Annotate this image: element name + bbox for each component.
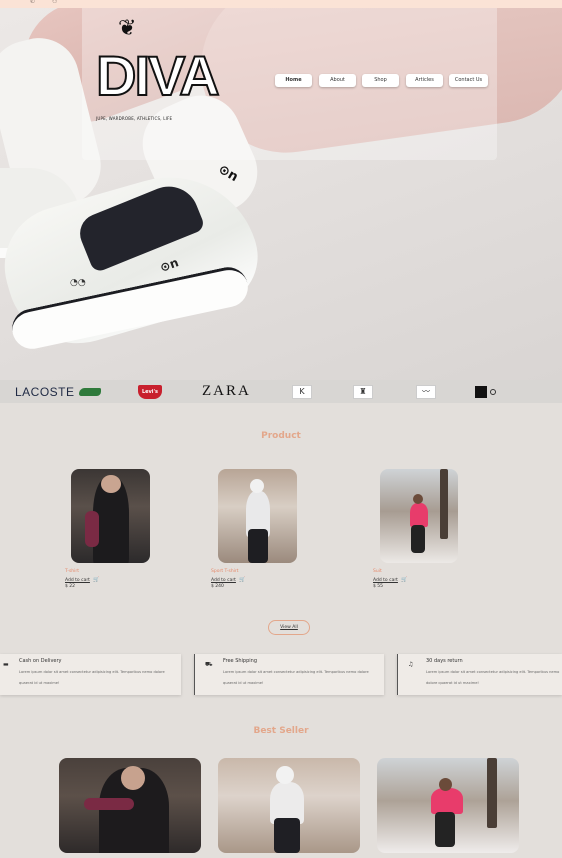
product-name[interactable]: Sport T-shirt (211, 569, 239, 574)
nav-articles[interactable]: Articles (406, 74, 443, 87)
headphones-icon: ♫ (408, 661, 414, 668)
site-logo[interactable]: ❦ DIVA JUPE, WARDROBE, ATHLETICS, LIFE (95, 16, 221, 136)
crocodile-icon (78, 387, 101, 396)
feature-title: Free Shipping (223, 658, 258, 664)
nav-shop[interactable]: Shop (362, 74, 399, 87)
add-to-cart-link[interactable]: Add to cart 🛒 (211, 577, 245, 583)
best-seller-image[interactable] (218, 758, 360, 853)
brand-levis-label: Levi's (138, 384, 162, 399)
product-image[interactable] (71, 469, 150, 563)
flower-icon: ❦ (118, 16, 137, 41)
brand-square-icon (475, 385, 487, 398)
brand-strip: LACOSTE Levi's ZARA K ♜ 〰 (0, 380, 562, 403)
product-name[interactable]: Suit (373, 569, 382, 574)
wallet-icon: ▬ (3, 661, 9, 668)
best-seller-title: Best Seller (253, 726, 309, 736)
top-bar: ✆ ⚇ (0, 0, 562, 8)
brand-logo-6[interactable]: 〰 (416, 380, 436, 403)
feature-text: Lorem ipsum dolor sit amet consectetur a… (223, 670, 369, 685)
phone-icon[interactable]: ✆ (30, 0, 35, 5)
brand-logo-5[interactable]: ♜ (353, 380, 373, 403)
feature-title: Cash on Delivery (19, 658, 62, 664)
logo-text: DIVA (95, 44, 221, 107)
brand-logo-4[interactable]: K (292, 380, 312, 403)
add-to-cart-label: Add to cart (373, 578, 398, 583)
feature-card: ♫ 30 days return Lorem ipsum dolor sit a… (397, 654, 562, 695)
feature-title: 30 days return (426, 658, 463, 664)
product-price: $ 22 (65, 584, 76, 589)
view-all-button[interactable]: View All (268, 620, 310, 635)
truck-icon: ⛟ (205, 661, 213, 668)
brand-circle-icon (490, 388, 496, 395)
add-to-cart-link[interactable]: Add to cart 🛒 (65, 577, 99, 583)
product-image[interactable] (380, 469, 458, 563)
brand-lacoste-label: LACOSTE (15, 384, 75, 399)
logo-tagline: JUPE, WARDROBE, ATHLETICS, LIFE (96, 116, 173, 121)
add-to-cart-link[interactable]: Add to cart 🛒 (373, 577, 407, 583)
product-price: $ 240 (211, 584, 224, 589)
product-name[interactable]: T-shirt (65, 569, 79, 574)
nav-contact[interactable]: Contact Us (449, 74, 488, 87)
add-to-cart-label: Add to cart (211, 578, 236, 583)
best-seller-image[interactable] (377, 758, 519, 853)
brand-lacoste[interactable]: LACOSTE (15, 380, 101, 403)
brand-zara[interactable]: ZARA (202, 380, 251, 403)
add-to-cart-label: Add to cart (65, 578, 90, 583)
nav-about[interactable]: About (319, 74, 356, 87)
best-seller-image[interactable] (59, 758, 201, 853)
cart-icon: 🛒 (92, 577, 100, 583)
product-price: $ 55 (373, 584, 384, 589)
brand-figure-icon: ♜ (353, 384, 373, 399)
brand-bird-icon: 〰 (416, 384, 436, 399)
nav-home[interactable]: Home (275, 74, 312, 87)
brand-logo-7[interactable] (475, 380, 496, 403)
product-section-title: Product (261, 431, 301, 441)
brand-levis[interactable]: Levi's (138, 380, 162, 403)
cart-icon: 🛒 (400, 577, 408, 583)
feature-card: ⛟ Free Shipping Lorem ipsum dolor sit am… (194, 654, 384, 695)
product-image[interactable] (218, 469, 297, 563)
user-icon[interactable]: ⚇ (52, 0, 57, 5)
feature-card: ▬ Cash on Delivery Lorem ipsum dolor sit… (0, 654, 181, 695)
feature-text: Lorem ipsum dolor sit amet consectetur a… (426, 670, 560, 685)
feature-text: Lorem ipsum dolor sit amet consectetur a… (19, 670, 165, 685)
cart-icon: 🛒 (238, 577, 246, 583)
brand-k-icon: K (292, 384, 312, 399)
shoe-brand-mark: ◔◔ (70, 278, 86, 288)
